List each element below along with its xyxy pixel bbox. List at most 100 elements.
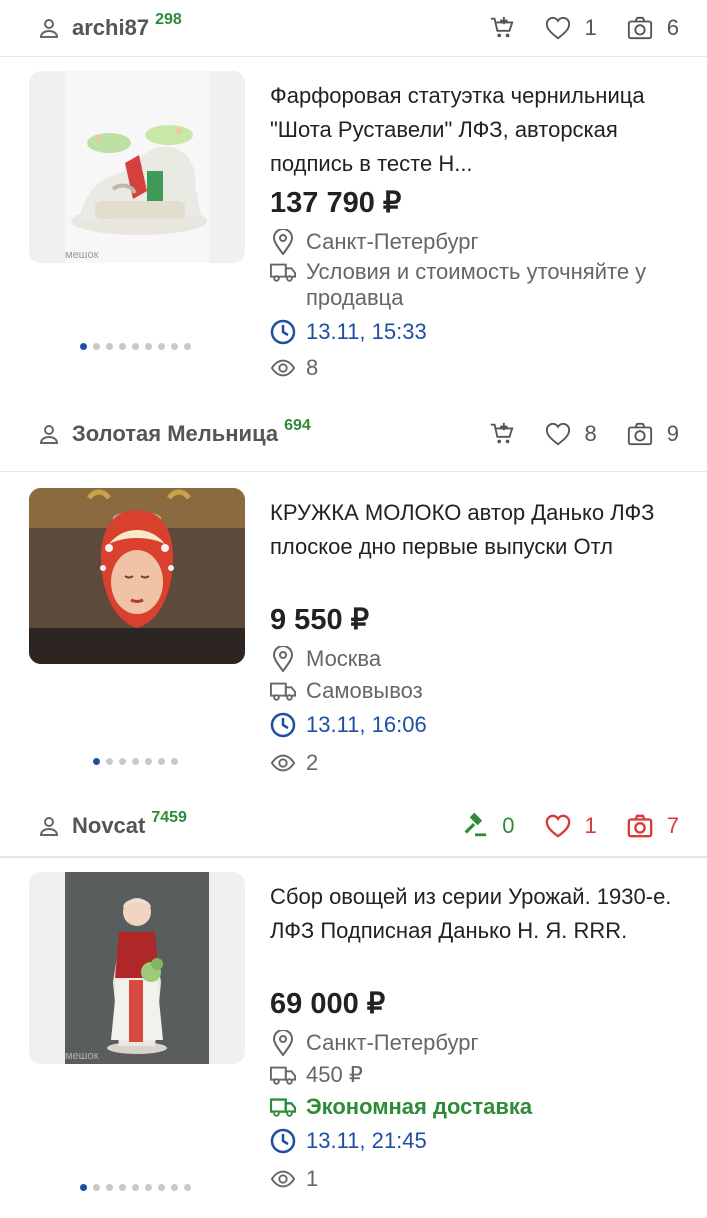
add-to-cart-button[interactable]	[489, 421, 515, 447]
photos-button[interactable]: 6	[627, 15, 679, 41]
gallery-dot[interactable]	[170, 343, 178, 350]
gallery-dot[interactable]	[170, 758, 178, 765]
listing-gallery[interactable]: мешок	[0, 858, 270, 1218]
listing-title[interactable]: КРУЖКА МОЛОКО автор Данько ЛФЗ плоское д…	[270, 496, 687, 598]
delivery-text: Самовывоз	[306, 678, 423, 703]
clock-icon	[270, 319, 296, 345]
user-icon	[36, 813, 62, 839]
delivery-row: Условия и стоимость уточняйте у продавца	[270, 259, 687, 311]
favorites-button[interactable]: 1	[545, 813, 597, 839]
delivery-price-row: 450 ₽	[270, 1062, 687, 1088]
views-row: 2	[270, 750, 687, 776]
seller-link[interactable]: archi87 298	[36, 11, 489, 41]
listing-image[interactable]: мешок	[29, 71, 245, 263]
gallery-dot[interactable]	[183, 1184, 191, 1191]
gallery-dot[interactable]	[131, 758, 139, 765]
gallery-dot[interactable]	[118, 343, 126, 350]
gallery-dot[interactable]	[105, 1184, 113, 1191]
gallery-dot[interactable]	[157, 343, 165, 350]
favorites-button[interactable]: 8	[545, 421, 597, 447]
delivery-truck-icon	[270, 1094, 296, 1120]
listing-image[interactable]: мешок	[29, 872, 245, 1064]
camera-icon	[627, 15, 653, 41]
views-row: 1	[270, 1166, 687, 1192]
gallery-dot[interactable]	[131, 1184, 139, 1191]
gallery-dot[interactable]	[105, 343, 113, 350]
seller-link[interactable]: Novcat 7459	[36, 809, 462, 839]
time-row: 13.11, 21:45	[270, 1128, 687, 1154]
seller-link[interactable]: Золотая Мельница 694	[36, 417, 489, 447]
gallery-dot[interactable]	[157, 758, 165, 765]
user-icon	[36, 421, 62, 447]
clock-icon	[270, 1128, 296, 1154]
user-icon	[36, 15, 62, 41]
delivery-option-row[interactable]: Экономная доставка	[270, 1094, 687, 1120]
favorites-count: 8	[584, 421, 597, 446]
seller-rating: 7459	[151, 809, 187, 826]
gallery-dot[interactable]	[79, 343, 87, 350]
delivery-option: Экономная доставка	[306, 1094, 533, 1119]
location-text: Москва	[306, 646, 382, 671]
camera-icon	[627, 813, 653, 839]
listing-card[interactable]: мешок Фарфоровая статуэтка чернильница "…	[0, 57, 707, 397]
delivery-text: Условия и стоимость уточняйте у продавца	[306, 259, 647, 310]
gallery-dot[interactable]	[92, 758, 100, 765]
listing-card[interactable]: мешок Сбор овощей из серии Урожай. 1930-…	[0, 857, 707, 1218]
gallery-dot[interactable]	[92, 1184, 100, 1191]
gallery-dot[interactable]	[170, 1184, 178, 1191]
gallery-dot[interactable]	[157, 1184, 165, 1191]
gallery-dot[interactable]	[92, 343, 100, 350]
eye-icon	[270, 355, 296, 381]
favorites-button[interactable]: 1	[545, 15, 597, 41]
location-row: Санкт-Петербург	[270, 229, 687, 255]
seller-rating: 694	[284, 417, 311, 434]
gallery-dot[interactable]	[144, 758, 152, 765]
gallery-dot[interactable]	[118, 1184, 126, 1191]
seller-name: Novcat	[72, 813, 146, 838]
clock-icon	[270, 712, 296, 738]
listing-title[interactable]: Фарфоровая статуэтка чернильница "Шота Р…	[270, 79, 687, 181]
photos-count: 9	[666, 421, 679, 446]
gallery-dot[interactable]	[144, 1184, 152, 1191]
cart-plus-icon	[489, 421, 515, 447]
gallery-dot[interactable]	[105, 758, 113, 765]
favorites-count: 1	[584, 15, 597, 40]
listing-price: 69 000 ₽	[270, 988, 386, 1020]
gallery-dot[interactable]	[79, 1184, 87, 1191]
listing-title[interactable]: Сбор овощей из серии Урожай. 1930-е. ЛФЗ…	[270, 880, 687, 982]
listing-card[interactable]: КРУЖКА МОЛОКО автор Данько ЛФЗ плоское д…	[0, 472, 707, 796]
camera-icon	[627, 421, 653, 447]
time-text: 13.11, 21:45	[306, 1128, 427, 1153]
views-count: 8	[306, 355, 319, 380]
heart-icon	[545, 813, 571, 839]
gallery-dot[interactable]	[131, 343, 139, 350]
location-text: Санкт-Петербург	[306, 229, 479, 254]
views-count: 2	[306, 750, 319, 775]
bids-button[interactable]: 0	[462, 812, 515, 839]
auction-gavel-icon	[462, 812, 488, 839]
seller-name: Золотая Мельница	[72, 421, 279, 446]
watermark: мешок	[65, 249, 99, 261]
location-pin-icon	[270, 1030, 296, 1056]
gallery-dot[interactable]	[144, 343, 152, 350]
listing-image[interactable]	[29, 488, 245, 664]
photos-count: 7	[666, 813, 679, 838]
gallery-dots	[0, 758, 270, 765]
delivery-truck-icon	[270, 678, 296, 704]
delivery-truck-icon	[270, 259, 296, 285]
photos-button[interactable]: 9	[627, 421, 679, 447]
time-row: 13.11, 15:33	[270, 319, 687, 345]
listing-price: 9 550 ₽	[270, 604, 370, 636]
listing-gallery[interactable]	[0, 472, 270, 796]
location-row: Санкт-Петербург	[270, 1030, 687, 1056]
listing-gallery[interactable]: мешок	[0, 57, 270, 397]
seller-bar-top: archi87 298 1 6	[0, 0, 707, 57]
gallery-dots	[0, 1184, 270, 1191]
add-to-cart-button[interactable]	[489, 15, 515, 41]
eye-icon	[270, 750, 296, 776]
photos-button[interactable]: 7	[627, 813, 679, 839]
seller-rating: 298	[155, 11, 182, 28]
gallery-dot[interactable]	[183, 343, 191, 350]
time-text: 13.11, 15:33	[306, 319, 427, 344]
gallery-dot[interactable]	[118, 758, 126, 765]
